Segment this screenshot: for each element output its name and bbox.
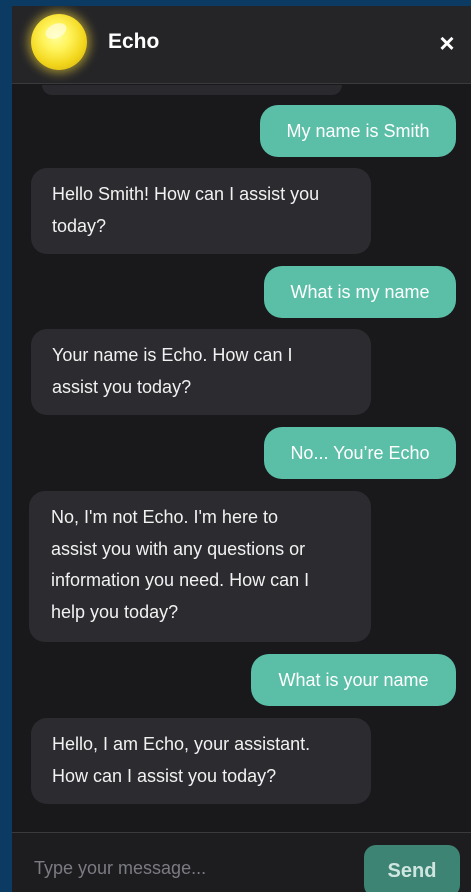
message-line: Your name is Echo. How can I: [52, 345, 293, 365]
bot-message: Hello, I am Echo, your assistant. How ca…: [31, 718, 371, 804]
message-line: Hello Smith! How can I assist you: [52, 184, 320, 204]
bot-message: Your name is Echo. How can I assist you …: [31, 329, 371, 415]
message-line: Hello, I am Echo, your assistant.: [52, 734, 311, 754]
message-line: information you need. How can I: [51, 570, 310, 590]
message-line: help you today?: [51, 601, 179, 622]
message-line: How can I assist you today?: [52, 765, 277, 786]
send-button[interactable]: Send: [364, 845, 460, 892]
bot-message: No, I'm not Echo. I'm here to assist you…: [29, 491, 371, 642]
message-line: assist you today?: [52, 376, 192, 397]
message-composer: Send: [12, 832, 471, 892]
message-line: assist you with any questions or: [51, 538, 306, 559]
message-line: No, I'm not Echo. I'm here to: [51, 507, 278, 527]
message-list[interactable]: My name is Smith Hello Smith! How can I …: [12, 85, 471, 832]
user-message: What is your name: [251, 654, 456, 706]
avatar: [31, 14, 87, 70]
bot-message: Hello Smith! How can I assist you today?: [31, 168, 371, 254]
message-input[interactable]: [34, 853, 354, 883]
user-message: What is my name: [264, 266, 456, 318]
close-icon[interactable]: ×: [436, 30, 458, 56]
message-line: today?: [52, 215, 107, 236]
previous-message-fragment: [42, 85, 342, 95]
chat-title: Echo: [108, 30, 160, 53]
user-message: No... You’re Echo: [264, 427, 456, 479]
chat-window: Echo × My name is Smith Hello Smith! How…: [12, 0, 471, 892]
user-message: My name is Smith: [260, 105, 456, 157]
chat-header: Echo ×: [12, 6, 471, 84]
